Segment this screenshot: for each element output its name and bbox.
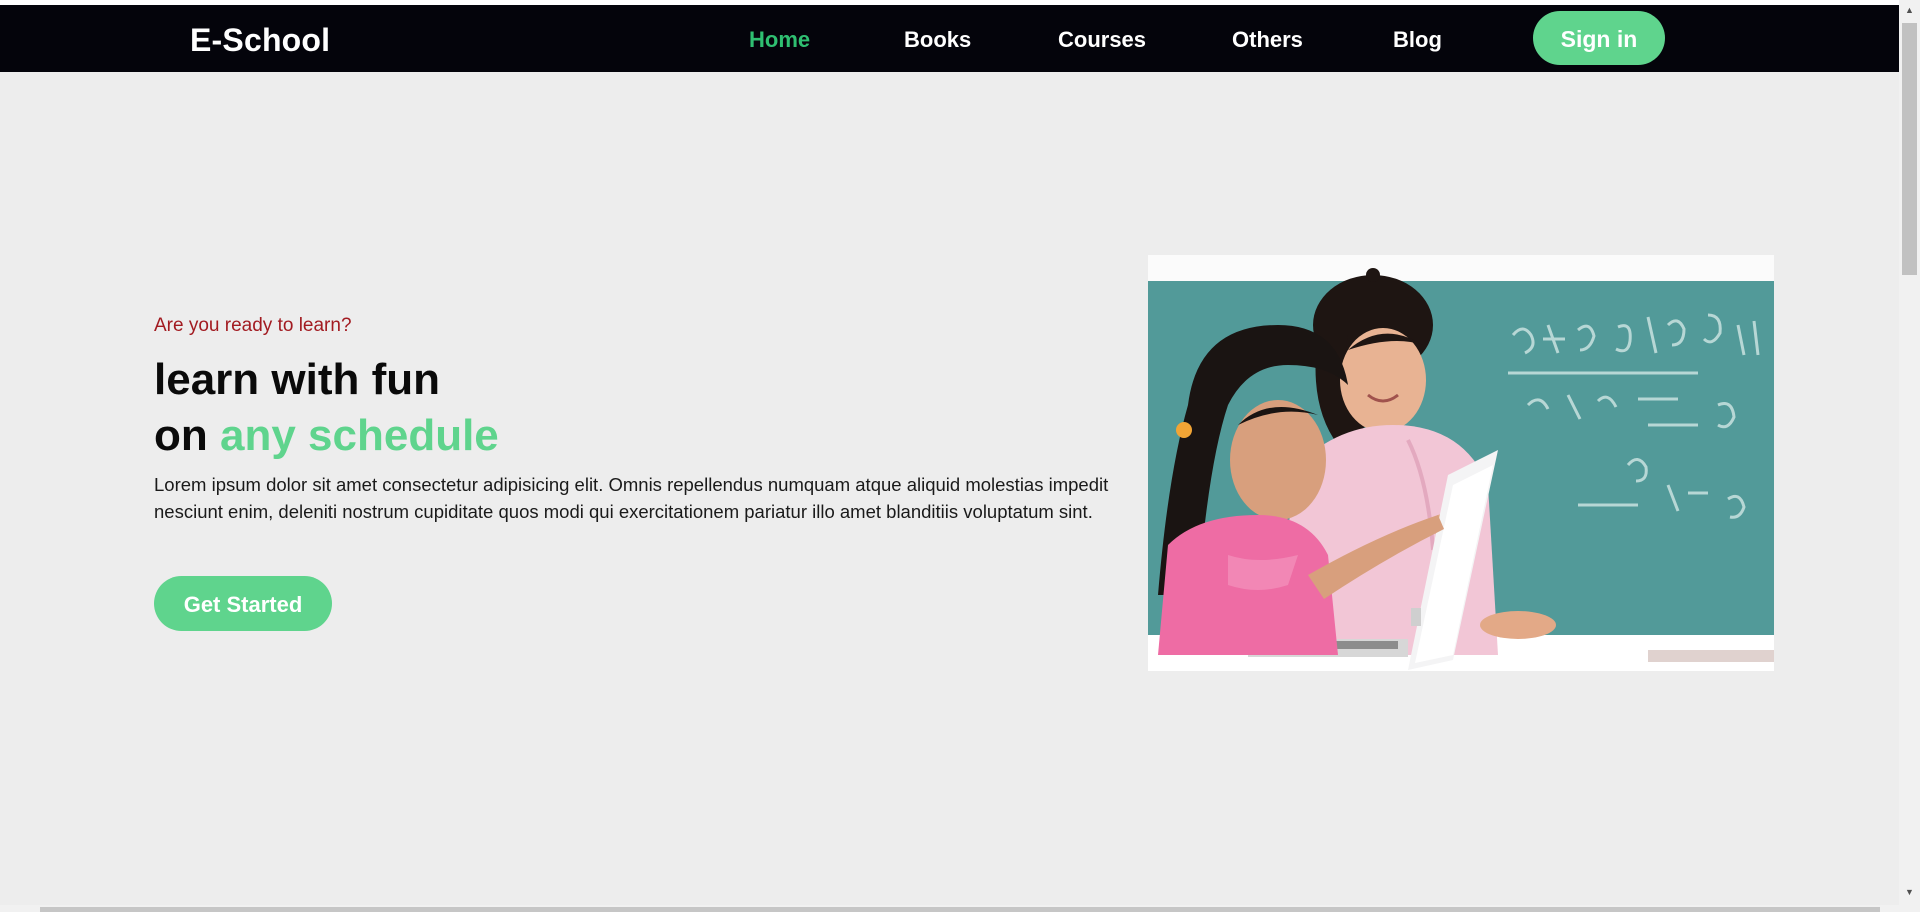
hero-image [1148,255,1774,671]
sign-in-button[interactable]: Sign in [1533,11,1665,65]
nav-link-blog[interactable]: Blog [1393,27,1442,53]
hero-paragraph: Lorem ipsum dolor sit amet consectetur a… [154,474,1109,522]
horizontal-scrollbar-thumb[interactable] [40,907,1880,912]
navbar: E-School Home Books Courses Others Blog … [0,5,1899,72]
nav-link-others[interactable]: Others [1232,27,1303,53]
scroll-down-icon[interactable]: ▼ [1903,886,1916,899]
vertical-scrollbar-thumb[interactable] [1902,23,1917,275]
teacher-student-photo-icon [1148,255,1774,671]
scroll-up-icon[interactable]: ▲ [1903,4,1916,17]
hero-headline: learn with fun on any schedule [154,352,499,464]
page: E-School Home Books Courses Others Blog … [0,0,1920,912]
headline-line-1: learn with fun [154,355,440,404]
nav-link-books[interactable]: Books [904,27,971,53]
nav-link-courses[interactable]: Courses [1058,27,1146,53]
hero-eyebrow: Are you ready to learn? [154,315,352,336]
headline-line-2-prefix: on [154,411,208,460]
headline-accent: any schedule [220,411,499,460]
get-started-button[interactable]: Get Started [154,576,332,631]
nav-link-home[interactable]: Home [749,27,810,53]
brand-logo[interactable]: E-School [190,22,330,59]
